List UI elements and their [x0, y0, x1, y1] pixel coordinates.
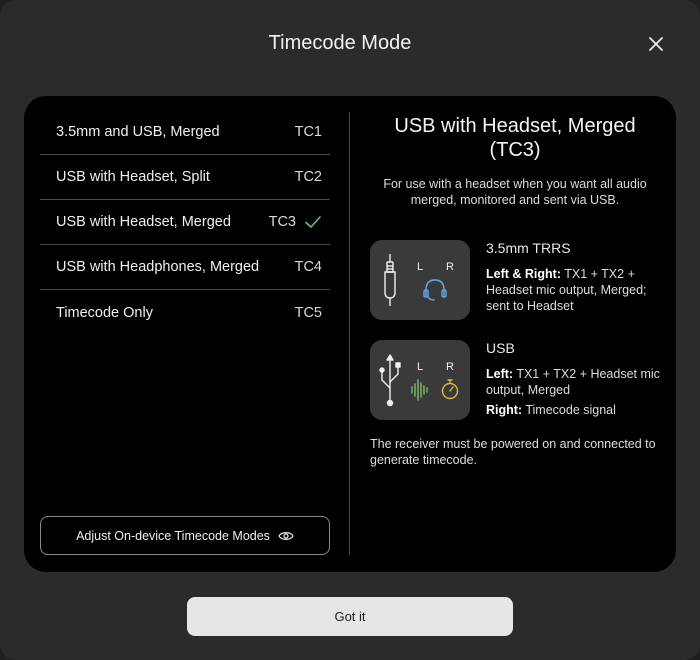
mode-label: USB with Headset, Merged	[56, 214, 231, 230]
output-name: 3.5mm TRRS	[486, 240, 571, 256]
usb-output-text: USB Left: TX1 + TX2 + Headset mic output…	[486, 340, 672, 418]
checkmark-icon	[305, 216, 321, 228]
timer-icon	[441, 379, 459, 400]
mode-item-tc4[interactable]: USB with Headphones, Merged TC4	[40, 245, 330, 290]
mode-label: USB with Headset, Split	[56, 169, 210, 185]
mode-detail: USB with Headset, Merged (TC3) For use w…	[370, 114, 660, 208]
channel-right-label: R	[446, 361, 454, 373]
dialog-title: Timecode Mode	[268, 32, 412, 54]
mode-item-tc2[interactable]: USB with Headset, Split TC2	[40, 155, 330, 200]
got-it-button[interactable]: Got it	[187, 597, 513, 636]
output-routing: Left & Right: TX1 + TX2 + Headset mic ou…	[486, 267, 647, 313]
mode-code: TC3	[268, 214, 296, 230]
adjust-timecode-modes-button[interactable]: Adjust On-device Timecode Modes	[40, 516, 330, 555]
channel-left-label: L	[417, 261, 423, 273]
headset-icon	[423, 279, 447, 301]
detail-title: USB with Headset, Merged (TC3)	[394, 115, 636, 161]
mode-code: TC4	[294, 259, 322, 275]
mode-item-tc3[interactable]: USB with Headset, Merged TC3	[40, 200, 330, 245]
content-panel: 3.5mm and USB, Merged TC1 USB with Heads…	[24, 96, 676, 572]
eye-icon	[278, 531, 294, 540]
panel-divider	[349, 112, 350, 555]
waveform-icon	[411, 379, 428, 401]
mode-item-tc1[interactable]: 3.5mm and USB, Merged TC1	[40, 110, 330, 155]
trrs-output-text: 3.5mm TRRS Left & Right: TX1 + TX2 + Hea…	[486, 240, 666, 314]
mode-label: USB with Headphones, Merged	[56, 259, 260, 275]
audio-jack-icon	[384, 254, 396, 306]
close-button[interactable]	[644, 32, 668, 56]
channel-right-label: R	[446, 261, 454, 273]
mode-label: 3.5mm and USB, Merged	[56, 124, 220, 140]
usb-icon	[379, 354, 401, 407]
timecode-footnote: The receiver must be powered on and conn…	[370, 437, 656, 467]
timecode-mode-dialog: Timecode Mode 3.5mm and USB, Merged TC1 …	[0, 0, 700, 660]
mode-code: TC1	[294, 124, 322, 140]
mode-item-tc5[interactable]: Timecode Only TC5	[40, 290, 330, 335]
output-routing-right: Right: Timecode signal	[486, 403, 616, 417]
mode-code: TC2	[294, 169, 322, 185]
close-icon	[649, 37, 663, 51]
output-routing-left: Left: TX1 + TX2 + Headset mic output, Me…	[486, 367, 660, 397]
output-name: USB	[486, 340, 515, 356]
trrs-output-graphic: L R	[370, 240, 470, 320]
mode-code: TC5	[294, 304, 322, 321]
channel-left-label: L	[417, 361, 423, 373]
mode-label: Timecode Only	[56, 304, 153, 321]
adjust-button-label: Adjust On-device Timecode Modes	[76, 528, 270, 543]
usb-output-graphic: L R	[370, 340, 470, 420]
detail-description: For use with a headset when you want all…	[383, 177, 647, 207]
mode-list: 3.5mm and USB, Merged TC1 USB with Heads…	[40, 110, 330, 335]
